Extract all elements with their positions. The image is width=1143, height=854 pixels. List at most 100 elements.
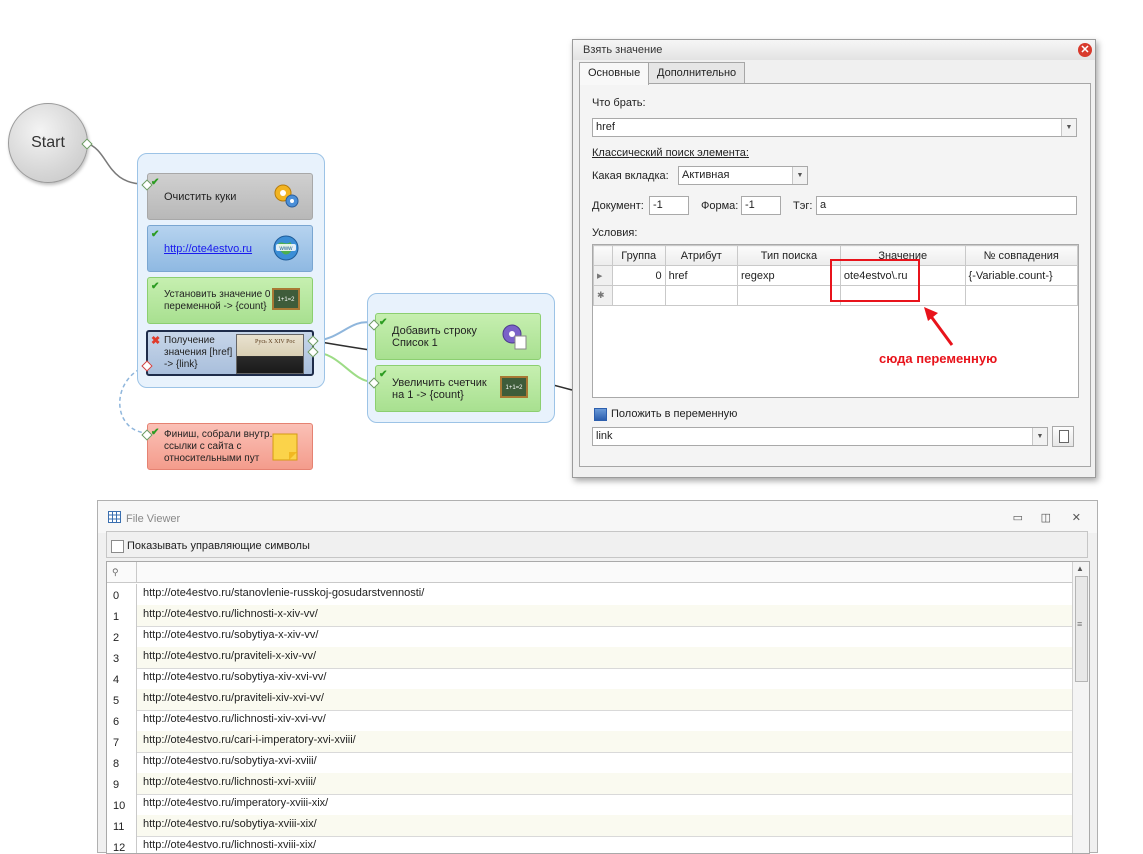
table-row[interactable]: 7 http://ote4estvo.ru/cari-i-imperatory-x… [107,731,1073,753]
new-cell[interactable] [964,285,1079,306]
check-icon: ✔ [151,427,160,438]
new-row-asterisk-icon: ✱ [593,285,613,306]
document-input[interactable]: -1 [649,196,689,215]
file-viewer-titlebar[interactable]: File Viewer ▭ ◫ ✕ [98,501,1097,533]
restore-icon[interactable]: ◫ [1041,511,1051,524]
row-value[interactable]: http://ote4estvo.ru/sobytiya-x-xiv-vv/ [137,626,1073,647]
cell-search-type[interactable]: regexp [736,265,841,286]
form-input[interactable]: -1 [741,196,781,215]
close-icon[interactable]: ✕ [1078,43,1092,57]
start-node[interactable]: Start [8,103,88,183]
block-increment[interactable]: ✔ Увеличить счетчик на 1 -> {count} 1+1=… [375,365,541,412]
row-value[interactable]: http://ote4estvo.ru/praviteli-x-xiv-vv/ [137,647,1073,668]
chalkboard-text: 1+1=2 [277,297,295,303]
row-value[interactable]: http://ote4estvo.ru/cari-i-imperatory-xv… [137,731,1073,752]
file-viewer-grid[interactable]: ⚲ 0 http://ote4estvo.ru/stanovlenie-russk… [106,561,1090,854]
chevron-down-icon[interactable]: ▼ [1032,428,1047,445]
what-value: href [596,121,615,133]
vertical-scrollbar[interactable]: ▲ ≡ [1072,562,1089,853]
put-in-var-dropdown[interactable]: link ▼ [592,427,1048,446]
classic-search-label: Классический поиск элемента: [592,147,749,159]
table-row[interactable]: 3 http://ote4estvo.ru/praviteli-x-xiv-vv/ [107,647,1073,669]
table-row[interactable]: 6 http://ote4estvo.ru/lichnosti-xiv-xvi-v… [107,710,1073,732]
col-match-number-header[interactable]: № совпадения [964,245,1079,266]
block-finish[interactable]: ✔ Финиш, собрали внутр. ссылки с сайта с… [147,423,313,470]
tab-additional[interactable]: Дополнительно [648,62,746,83]
table-row[interactable]: 10 http://ote4estvo.ru/imperatory-xviii-x… [107,794,1073,816]
grip-icon: ≡ [1077,619,1083,629]
check-icon: ✔ [379,369,388,380]
block-set-value[interactable]: ✔ Установить значение 0 переменной -> {c… [147,277,313,324]
row-value[interactable]: http://ote4estvo.ru/stanovlenie-russkoj-… [137,584,1073,605]
new-cell[interactable] [664,285,738,306]
svg-text:www: www [279,246,294,252]
row-index: 12 [107,836,137,853]
tab-select-dropdown[interactable]: Активная ▼ [678,166,808,185]
row-index: 6 [107,710,137,731]
cell-group[interactable]: 0 [611,265,666,286]
tab-select-value: Активная [682,169,730,181]
new-cell[interactable] [611,285,666,306]
table-row[interactable]: 8 http://ote4estvo.ru/sobytiya-xvi-xviii/ [107,752,1073,774]
table-row[interactable]: 1 http://ote4estvo.ru/lichnosti-x-xiv-vv/ [107,605,1073,627]
minimize-icon[interactable]: ▭ [1013,511,1023,524]
close-icon[interactable]: ✕ [1072,511,1081,524]
row-index: 11 [107,815,137,836]
show-control-chars-label: Показывать управляющие символы [127,540,310,552]
table-row[interactable]: 4 http://ote4estvo.ru/sobytiya-xiv-xvi-vv… [107,668,1073,690]
row-value[interactable]: http://ote4estvo.ru/lichnosti-xiv-xvi-vv… [137,710,1073,731]
what-dropdown[interactable]: href ▼ [592,118,1077,137]
check-icon: ✔ [379,317,388,328]
table-row[interactable]: 11 http://ote4estvo.ru/sobytiya-xviii-xix… [107,815,1073,837]
tag-input[interactable]: a [816,196,1077,215]
row-index: 2 [107,626,137,647]
block-add-row-label: Добавить строку Список 1 [392,324,477,349]
col-group-header[interactable]: Группа [611,245,666,266]
new-cell[interactable] [736,285,841,306]
file-viewer-title: File Viewer [126,513,181,525]
put-in-var-checkbox[interactable] [594,408,607,421]
table-row[interactable]: 12 http://ote4estvo.ru/lichnosti-xviii-xi… [107,836,1073,853]
cell-attribute[interactable]: href [664,265,738,286]
chevron-down-icon[interactable]: ▼ [792,167,807,184]
block-add-row[interactable]: ✔ Добавить строку Список 1 [375,313,541,360]
copy-button[interactable] [1052,426,1074,447]
gear-document-icon [502,324,527,350]
dialog-titlebar[interactable]: Взять значение ✕ [573,40,1095,60]
error-icon: ✖ [151,335,161,347]
row-value[interactable]: http://ote4estvo.ru/lichnosti-xviii-xix/ [137,836,1073,853]
row-value[interactable]: http://ote4estvo.ru/sobytiya-xviii-xix/ [137,815,1073,836]
conditions-label: Условия: [592,227,638,239]
row-value[interactable]: http://ote4estvo.ru/imperatory-xviii-xix… [137,794,1073,815]
table-row[interactable]: 9 http://ote4estvo.ru/lichnosti-xvi-xviii… [107,773,1073,795]
block-clear-cookies[interactable]: ✔ Очистить куки [147,173,313,220]
table-row[interactable]: 5 http://ote4estvo.ru/praviteli-xiv-xvi-v… [107,689,1073,711]
block-open-url[interactable]: ✔ http://ote4estvo.ru www [147,225,313,272]
scrollbar-thumb[interactable]: ≡ [1075,576,1088,682]
row-value[interactable]: http://ote4estvo.ru/sobytiya-xiv-xvi-vv/ [137,668,1073,689]
col-attribute-header[interactable]: Атрибут [664,245,738,266]
block-clear-cookies-label: Очистить куки [164,190,237,203]
block-finish-label: Финиш, собрали внутр. ссылки с сайта с о… [164,428,273,464]
form-label: Форма: [701,200,739,212]
chalkboard-icon: 1+1=2 [500,376,528,398]
block-get-value[interactable]: ✖ Получение значения [href] -> {link} Ру… [146,330,314,376]
table-row[interactable]: 0 http://ote4estvo.ru/stanovlenie-russkoj… [107,584,1073,606]
gears-icon [274,184,299,208]
row-value[interactable]: http://ote4estvo.ru/praviteli-xiv-xvi-vv… [137,689,1073,710]
tab-main[interactable]: Основные [579,62,650,85]
cell-match-number[interactable]: {-Variable.count-} [964,265,1079,286]
col-search-type-header[interactable]: Тип поиска [736,245,841,266]
row-selector-icon[interactable]: ▶ [593,265,613,286]
scroll-up-icon[interactable]: ▲ [1076,564,1084,573]
row-index: 1 [107,605,137,626]
table-row[interactable]: 2 http://ote4estvo.ru/sobytiya-x-xiv-vv/ [107,626,1073,648]
row-value[interactable]: http://ote4estvo.ru/lichnosti-x-xiv-vv/ [137,605,1073,626]
show-control-chars-checkbox[interactable] [111,540,124,553]
pin-icon[interactable]: ⚲ [107,562,137,582]
chevron-down-icon[interactable]: ▼ [1061,119,1076,136]
tag-label: Тэг: [793,200,813,212]
row-value[interactable]: http://ote4estvo.ru/lichnosti-xvi-xviii/ [137,773,1073,794]
row-value[interactable]: http://ote4estvo.ru/sobytiya-xvi-xviii/ [137,752,1073,773]
chalkboard-text: 1+1=2 [505,385,523,391]
